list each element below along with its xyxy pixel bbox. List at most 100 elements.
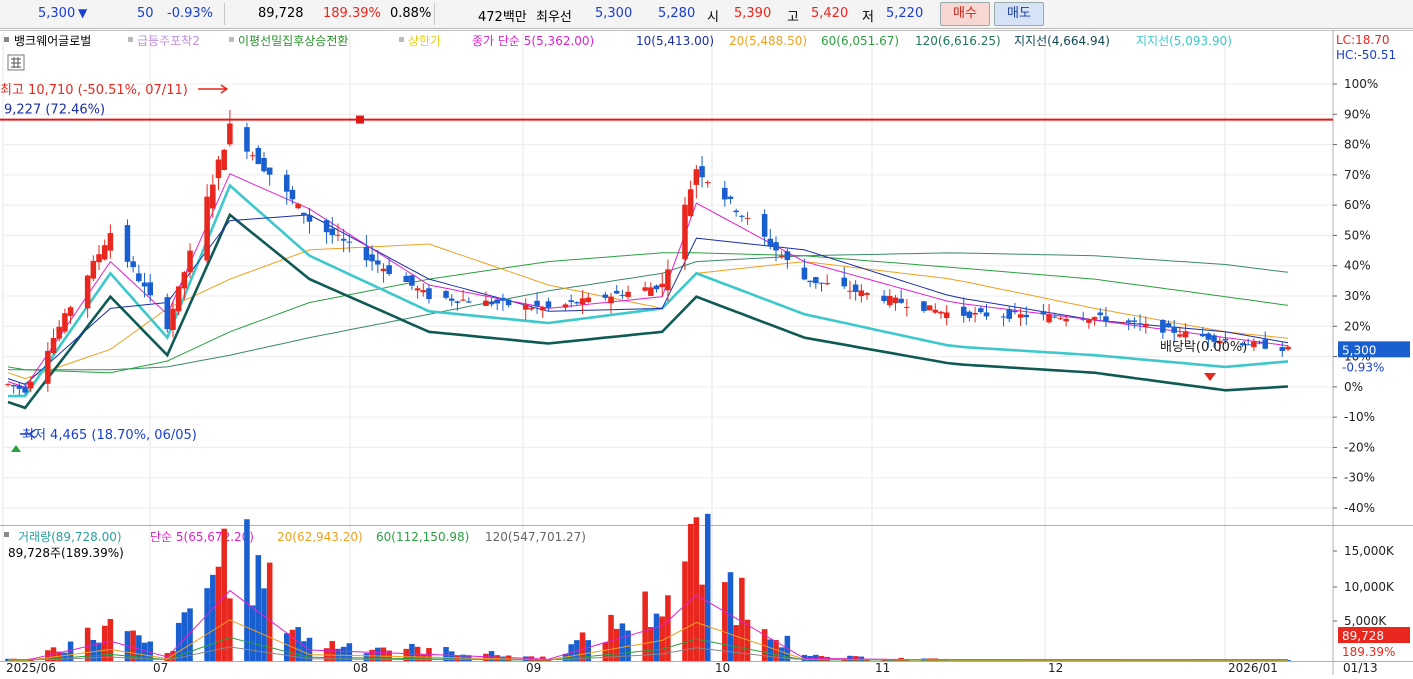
candle-body bbox=[785, 251, 791, 260]
volume-bar bbox=[768, 639, 774, 661]
candle-body bbox=[688, 189, 694, 216]
candle-body bbox=[887, 296, 893, 305]
x-tick-label: 08 bbox=[353, 661, 368, 675]
legend-ma60: 60(6,051.67) bbox=[821, 34, 899, 48]
candle-body bbox=[102, 245, 108, 259]
open-label: 시 bbox=[707, 6, 719, 25]
candle-body bbox=[1137, 323, 1143, 324]
hline-label: 9,227 (72.46%) bbox=[4, 103, 105, 118]
vol-legend-volume: 거래량(89,728.00) bbox=[18, 530, 122, 544]
legend-toggle-icon[interactable] bbox=[4, 37, 9, 42]
vol-legend-ma5: 단순 5(65,672.20) bbox=[150, 530, 254, 544]
legend-indicator-2: 이평선밀집후상승전환 bbox=[238, 34, 348, 48]
candle-body bbox=[625, 292, 631, 297]
candle-body bbox=[381, 269, 387, 271]
candle-body bbox=[904, 307, 910, 308]
candle-body bbox=[665, 269, 671, 290]
candle-body bbox=[842, 278, 848, 287]
turnover-rate: 0.88% bbox=[390, 6, 431, 21]
candle-body bbox=[1080, 319, 1086, 320]
candle-body bbox=[853, 285, 859, 292]
x-tick-label: 10 bbox=[715, 661, 730, 675]
candle-body bbox=[534, 301, 540, 307]
high-label: 고 bbox=[787, 6, 799, 25]
candle-body bbox=[62, 313, 68, 331]
legend-support-2: 지지선(5,093.90) bbox=[1136, 34, 1232, 48]
volume-bar bbox=[227, 598, 233, 661]
candle-body bbox=[642, 287, 648, 290]
candle-body bbox=[1018, 314, 1024, 317]
best-ask: 5,300 bbox=[595, 6, 632, 21]
candle-body bbox=[859, 290, 865, 296]
candle-body bbox=[335, 235, 341, 236]
hc-label: HC:-50.51 bbox=[1336, 48, 1396, 62]
legend-ma10: 10(5,413.00) bbox=[636, 34, 714, 48]
legend-indicator-3: 상한가 bbox=[408, 34, 441, 48]
candle-body bbox=[1183, 331, 1189, 337]
volume-bar bbox=[210, 575, 216, 661]
volume-bar bbox=[364, 653, 370, 661]
candle-body bbox=[938, 312, 944, 314]
legend-toggle-icon[interactable] bbox=[128, 37, 133, 42]
price-chart[interactable]: 100%90%80%70%60%50%40%30%20%10%0%-10%-20… bbox=[0, 30, 1413, 675]
quote-bar: 5,300 ▼ 50 -0.93% 89,728 189.39% 0.88% 4… bbox=[0, 0, 1413, 29]
hline-handle[interactable] bbox=[356, 116, 364, 124]
vol-tick-label: 15,000K bbox=[1344, 544, 1395, 558]
vol-legend-toggle-icon[interactable] bbox=[4, 532, 9, 537]
volume-bar bbox=[733, 625, 739, 661]
legend-support-1: 지지선(4,664.94) bbox=[1014, 34, 1110, 48]
y-tick-label: 70% bbox=[1344, 168, 1371, 182]
candle-body bbox=[221, 150, 227, 170]
sell-button[interactable]: 매도 bbox=[994, 2, 1044, 26]
candle-body bbox=[216, 160, 222, 179]
candle-body bbox=[722, 188, 728, 200]
candle-body bbox=[1160, 320, 1166, 333]
candle-body bbox=[1200, 334, 1206, 336]
volume-ratio: 189.39% bbox=[323, 6, 381, 21]
candle-body bbox=[494, 300, 500, 304]
candle-body bbox=[1166, 323, 1172, 327]
candle-body bbox=[819, 283, 825, 284]
candle-body bbox=[699, 166, 705, 177]
volume-bar bbox=[96, 643, 102, 661]
candle-body bbox=[341, 239, 347, 241]
current-price: 5,300 bbox=[38, 6, 75, 21]
candle-body bbox=[568, 300, 574, 302]
y-tick-label: 0% bbox=[1344, 380, 1363, 394]
candle-body bbox=[449, 299, 455, 301]
candle-body bbox=[1206, 334, 1212, 340]
candle-body bbox=[1103, 316, 1109, 321]
volume-bar bbox=[295, 627, 301, 661]
legend-toggle-icon[interactable] bbox=[229, 37, 234, 42]
candle-body bbox=[1098, 313, 1104, 316]
candle-body bbox=[11, 385, 17, 386]
legend-ma5: 종가 단순 5(5,362.00) bbox=[472, 34, 594, 48]
x-tick-label: 2025/06 bbox=[6, 661, 56, 675]
best-quote-label: 최우선 bbox=[536, 6, 572, 25]
candle-body bbox=[386, 265, 392, 274]
volume-bar bbox=[347, 643, 353, 661]
candle-body bbox=[944, 312, 950, 318]
high-price: 5,420 bbox=[811, 6, 848, 21]
candle-body bbox=[147, 282, 153, 295]
candle-body bbox=[768, 239, 774, 246]
y-tick-label: -30% bbox=[1344, 471, 1375, 485]
volume-bar bbox=[261, 588, 267, 661]
buy-button[interactable]: 매수 bbox=[940, 2, 990, 26]
candle-body bbox=[460, 300, 466, 301]
candle-body bbox=[1086, 319, 1092, 322]
price-badge-value: 5,300 bbox=[1342, 343, 1376, 357]
legend-toggle-icon[interactable] bbox=[399, 37, 404, 42]
volume-bar bbox=[603, 642, 609, 661]
candle-body bbox=[91, 261, 97, 279]
candle-body bbox=[1126, 320, 1132, 322]
volume-bar bbox=[250, 605, 256, 661]
chart-area: 100%90%80%70%60%50%40%30%20%10%0%-10%-20… bbox=[0, 30, 1413, 675]
open-price: 5,390 bbox=[734, 6, 771, 21]
y-tick-label: 90% bbox=[1344, 107, 1371, 121]
candle-body bbox=[523, 305, 529, 310]
candle-body bbox=[807, 281, 813, 282]
candle-body bbox=[773, 242, 779, 250]
candle-body bbox=[1006, 309, 1012, 319]
candle-body bbox=[972, 313, 978, 315]
